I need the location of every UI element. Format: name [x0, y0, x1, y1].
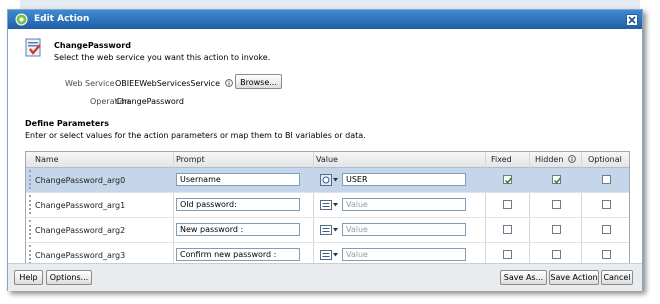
dialog-titlebar: Edit Action — [8, 10, 642, 29]
operation-value: ChangePassword — [116, 97, 184, 106]
prompt-input[interactable]: Username — [176, 173, 300, 186]
parameter-name: ChangePassword_arg2 — [35, 226, 126, 235]
gear-icon — [15, 13, 28, 26]
column-header-optional: Optional — [588, 155, 622, 164]
value-input[interactable]: Value — [342, 248, 466, 261]
hidden-checkbox[interactable] — [552, 200, 561, 209]
hidden-checkbox[interactable] — [552, 225, 561, 234]
fixed-checkbox[interactable] — [503, 225, 512, 234]
parameter-name: ChangePassword_arg3 — [35, 251, 126, 260]
dialog-title: Edit Action — [34, 14, 90, 24]
prompt-input[interactable]: Old password: — [176, 198, 300, 211]
help-button[interactable]: Help — [14, 270, 43, 285]
parameters-table: Name Prompt Value Fixed Hidden Optional … — [25, 151, 630, 268]
optional-checkbox[interactable] — [602, 175, 611, 184]
session-variable-icon[interactable] — [320, 174, 340, 186]
save-as-button[interactable]: Save As... — [500, 270, 547, 285]
table-row[interactable]: ChangePassword_arg2 New password : Value — [26, 218, 629, 243]
table-row[interactable]: ChangePassword_arg0 Username USER — [26, 168, 629, 193]
parameter-name: ChangePassword_arg1 — [35, 201, 126, 210]
close-icon — [628, 16, 636, 24]
value-input[interactable]: Value — [342, 198, 466, 211]
hidden-checkbox[interactable] — [552, 250, 561, 259]
optional-checkbox[interactable] — [602, 200, 611, 209]
prompt-input[interactable]: Confirm new password : — [176, 248, 300, 261]
checkmark-icon — [553, 177, 562, 185]
info-icon[interactable] — [568, 155, 576, 163]
table-header: Name Prompt Value Fixed Hidden Optional — [26, 152, 629, 168]
options-button[interactable]: Options... — [46, 270, 92, 285]
value-input[interactable]: Value — [342, 223, 466, 236]
value-type-icon[interactable] — [320, 199, 340, 211]
web-service-label: Web Service — [65, 79, 115, 88]
cancel-button[interactable]: Cancel — [601, 270, 633, 285]
fixed-checkbox[interactable] — [503, 200, 512, 209]
info-icon[interactable] — [224, 79, 233, 87]
web-service-name: OBIEEWebServicesService — [115, 79, 220, 88]
table-row[interactable]: ChangePassword_arg1 Old password: Value — [26, 193, 629, 218]
column-header-value: Value — [316, 155, 338, 164]
column-header-hidden: Hidden — [535, 155, 576, 164]
background-page-strip — [20, 0, 640, 9]
value-type-icon[interactable] — [320, 249, 340, 261]
web-service-value: OBIEEWebServicesService — [115, 79, 233, 88]
column-header-name: Name — [35, 155, 59, 164]
save-action-button[interactable]: Save Action — [549, 270, 599, 285]
value-input[interactable]: USER — [342, 173, 466, 186]
browse-button[interactable]: Browse... — [235, 74, 282, 89]
optional-checkbox[interactable] — [602, 225, 611, 234]
close-button[interactable] — [626, 14, 638, 26]
edit-action-dialog: Edit Action ChangePassword Select the we… — [7, 9, 643, 291]
define-parameters-title: Define Parameters — [25, 119, 110, 128]
column-header-hidden-label: Hidden — [535, 155, 564, 164]
column-header-prompt: Prompt — [176, 155, 205, 164]
action-subtitle: Select the web service you want this act… — [54, 53, 271, 62]
action-document-icon — [25, 38, 41, 57]
prompt-input[interactable]: New password : — [176, 223, 300, 236]
action-name: ChangePassword — [54, 41, 131, 50]
fixed-checkbox[interactable] — [503, 175, 513, 185]
fixed-checkbox[interactable] — [503, 250, 512, 259]
optional-checkbox[interactable] — [602, 250, 611, 259]
hidden-checkbox[interactable] — [552, 175, 562, 185]
parameter-name: ChangePassword_arg0 — [35, 176, 126, 185]
column-header-fixed: Fixed — [491, 155, 512, 164]
define-parameters-description: Enter or select values for the action pa… — [25, 131, 366, 140]
checkmark-icon — [504, 177, 513, 185]
value-type-icon[interactable] — [320, 224, 340, 236]
dialog-footer: Help Options... Save As... Save Action C… — [8, 263, 642, 291]
